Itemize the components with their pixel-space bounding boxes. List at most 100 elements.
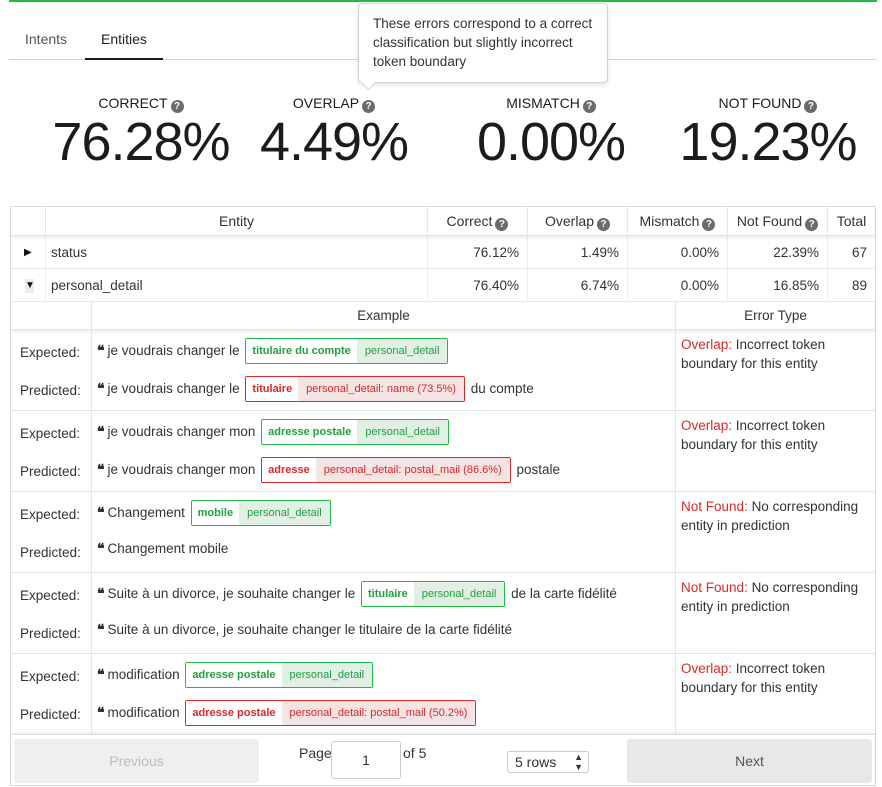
expected-sentence: ❝ modification adresse postale personal_de… [97, 661, 375, 689]
error-type: Overlap: Incorrect token boundary for th… [681, 418, 826, 452]
stat-value: 76.28% [52, 112, 230, 172]
example-row: Expected: Predicted: ❝ modification adres… [11, 654, 875, 735]
column-divider [91, 330, 92, 410]
entity-tag[interactable]: titulaire personal_detail: name (73.5%) [245, 376, 465, 403]
stat-label: NOT FOUND? [658, 94, 878, 113]
caret-right-icon[interactable]: ▶ [24, 236, 32, 269]
quote-left-icon: ❝ [97, 423, 105, 439]
error-type: Overlap: Incorrect token boundary for th… [681, 661, 826, 695]
entity-tag[interactable]: adresse postale personal_detail [261, 419, 449, 446]
chevron-updown-icon: ▲ ▼ [574, 752, 583, 772]
header-example[interactable]: Example [91, 302, 675, 330]
quote-left-icon: ❝ [97, 342, 105, 358]
caret-down-icon[interactable]: ▼ [25, 279, 35, 293]
predicted-sentence: ❝ Changement mobile [97, 540, 229, 556]
page-number-input[interactable] [331, 741, 401, 779]
entity-tag[interactable]: adresse personal_detail: postal_mail (86.… [261, 457, 511, 484]
question-circle-icon[interactable]: ? [805, 218, 819, 231]
quote-left-icon: ❝ [97, 380, 105, 396]
predicted-label: Predicted: [20, 707, 81, 722]
table-row[interactable]: ▼ personal_detail 76.40% 6.74% 0.00% 16.… [11, 269, 875, 302]
next-button[interactable]: Next [627, 739, 872, 783]
expected-label: Expected: [20, 669, 81, 684]
expected-sentence: ❝ Changement mobile personal_detail [97, 499, 333, 527]
stat-label: MISMATCH? [441, 94, 661, 113]
cell-overlap: 1.49% [527, 236, 627, 269]
predicted-sentence: ❝ je voudrais changer le titulaire persona… [97, 375, 534, 403]
subtable-header: Example Error Type [11, 302, 875, 330]
column-divider [675, 330, 676, 410]
cell-total: 67 [827, 236, 875, 269]
cell-mismatch: 0.00% [627, 269, 727, 302]
predicted-label: Predicted: [20, 545, 81, 560]
column-divider [675, 492, 676, 572]
previous-button[interactable]: Previous [14, 739, 259, 783]
predicted-sentence: ❝ je voudrais changer mon adresse personal… [97, 456, 560, 484]
column-divider [675, 654, 676, 735]
quote-left-icon: ❝ [97, 621, 105, 637]
cell-not-found: 22.39% [727, 236, 827, 269]
entities-table: Entity Correct? Overlap? Mismatch? Not F… [10, 206, 876, 786]
top-accent-line [9, 0, 877, 2]
entity-tag[interactable]: titulaire personal_detail [360, 581, 506, 608]
question-circle-icon[interactable]: ? [495, 218, 509, 231]
example-row: Expected: Predicted: ❝ je voudrais change… [11, 330, 875, 411]
header-total[interactable]: Total [827, 207, 875, 236]
example-row: Expected: Predicted: ❝ Changement mobile p… [11, 492, 875, 573]
question-circle-icon[interactable]: ? [702, 218, 716, 231]
quote-left-icon: ❝ [97, 461, 105, 477]
header-mismatch[interactable]: Mismatch? [627, 207, 727, 236]
examples-subtable: Example Error Type Expected: Predicted: … [11, 302, 875, 735]
table-row[interactable]: ▶ status 76.12% 1.49% 0.00% 22.39% 67 [11, 236, 875, 269]
header-error-type[interactable]: Error Type [675, 302, 875, 330]
predicted-sentence: ❝ modification adresse postale personal_de… [97, 699, 478, 727]
overlap-tooltip: These errors correspond to a correct cla… [358, 3, 608, 83]
header-correct[interactable]: Correct? [427, 207, 527, 236]
expected-label: Expected: [20, 507, 81, 522]
cell-mismatch: 0.00% [627, 236, 727, 269]
page-count: of 5 [403, 745, 427, 761]
cell-correct: 76.40% [427, 269, 527, 302]
tab-entities[interactable]: Entities [85, 20, 163, 60]
stat-value: 19.23% [679, 112, 857, 172]
cell-overlap: 6.74% [527, 269, 627, 302]
expected-sentence: ❝ je voudrais changer le titulaire du com… [97, 337, 450, 365]
stat-overlap: OVERLAP? 4.49% [224, 94, 444, 172]
stat-value: 4.49% [259, 112, 409, 172]
cell-not-found: 16.85% [727, 269, 827, 302]
column-divider [675, 573, 676, 653]
cell-entity: status [45, 236, 427, 269]
entity-tag[interactable]: mobile personal_detail [190, 500, 331, 527]
pagination: Previous Page of 5 5 rows▲▼ Next [11, 734, 875, 786]
stat-mismatch: MISMATCH? 0.00% [441, 94, 661, 172]
column-divider [91, 654, 92, 735]
expected-label: Expected: [20, 426, 81, 441]
entity-tag[interactable]: titulaire du compte personal_detail [245, 338, 449, 365]
column-divider [91, 411, 92, 491]
example-row: Expected: Predicted: ❝ je voudrais change… [11, 411, 875, 492]
quote-left-icon: ❝ [97, 704, 105, 720]
expected-label: Expected: [20, 345, 81, 360]
tab-intents[interactable]: Intents [25, 20, 67, 59]
table-header: Entity Correct? Overlap? Mismatch? Not F… [11, 207, 875, 236]
cell-correct: 76.12% [427, 236, 527, 269]
entity-tag[interactable]: adresse postale personal_detail [185, 662, 374, 689]
predicted-label: Predicted: [20, 626, 81, 641]
expected-sentence: ❝ je voudrais changer mon adresse postale… [97, 418, 451, 446]
column-divider [91, 492, 92, 572]
column-divider [675, 411, 676, 491]
predicted-label: Predicted: [20, 464, 81, 479]
rows-per-page-select[interactable]: 5 rows ▲ ▼ [507, 751, 589, 773]
question-circle-icon[interactable]: ? [597, 218, 611, 231]
error-type: Overlap: Incorrect token boundary for th… [681, 337, 826, 371]
header-not-found[interactable]: Not Found? [727, 207, 827, 236]
quote-left-icon: ❝ [97, 585, 105, 601]
stat-correct: CORRECT? 76.28% [31, 94, 251, 172]
entity-tag[interactable]: adresse postale personal_detail: postal_m… [185, 700, 477, 727]
column-divider [91, 573, 92, 653]
header-overlap[interactable]: Overlap? [527, 207, 627, 236]
quote-left-icon: ❝ [97, 504, 105, 520]
example-row: Expected: Predicted: ❝ Suite à un divorce… [11, 573, 875, 654]
header-entity[interactable]: Entity [45, 207, 427, 236]
cell-entity: personal_detail [45, 269, 427, 302]
